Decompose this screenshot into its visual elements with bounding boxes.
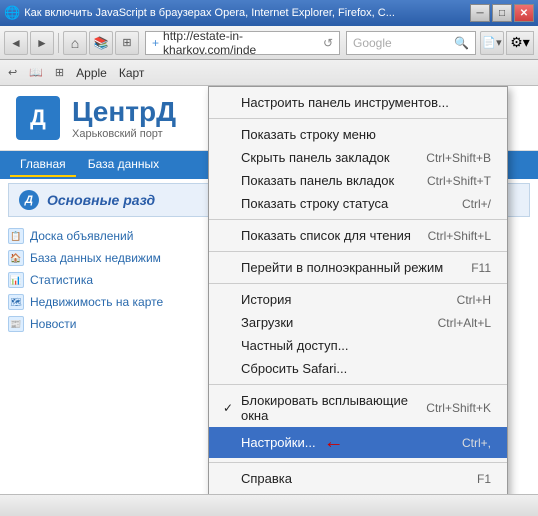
site-title: ЦентрД <box>72 96 176 128</box>
menu-item-5[interactable]: Показать строку статуса Ctrl+/ <box>209 192 507 215</box>
menu-shortcut-11: Ctrl+H <box>457 293 491 307</box>
bookmark-grid-icon: ⊞ <box>55 66 64 79</box>
menu-label-19: Справка <box>241 471 292 486</box>
menu-label-14: Сбросить Safari... <box>241 361 347 376</box>
address-bar[interactable]: + http://estate-in-kharkov.com/inde ↺ <box>145 31 340 55</box>
menu-label-17: Настройки... <box>241 435 316 450</box>
page-options-button[interactable]: 📄▾ <box>480 31 504 55</box>
site-subtitle: Харьковский порт <box>72 128 176 140</box>
site-logo: Д <box>16 96 60 140</box>
menu-separator-10 <box>209 283 507 284</box>
menu-arrow-17: ← <box>324 431 344 454</box>
menu-item-2[interactable]: Показать строку меню <box>209 123 507 146</box>
menu-item-11[interactable]: История Ctrl+H <box>209 288 507 311</box>
menu-shortcut-7: Ctrl+Shift+L <box>428 229 491 243</box>
menu-label-13: Частный доступ... <box>241 338 349 353</box>
url-icon: + <box>152 36 159 50</box>
minimize-button[interactable]: ─ <box>470 4 490 22</box>
browser-content: Д ЦентрД Харьковский порт Главная База д… <box>0 86 538 494</box>
menu-label-12: Загрузки <box>241 315 293 330</box>
menu-label-2: Показать строку меню <box>241 127 376 142</box>
bookmark-apple[interactable]: Apple <box>76 66 107 80</box>
maximize-button[interactable]: □ <box>492 4 512 22</box>
menu-shortcut-3: Ctrl+Shift+B <box>426 151 491 165</box>
map-icon: 🗺 <box>8 294 24 310</box>
browser-toolbar: ◄ ► ⌂ 📚 ⊞ + http://estate-in-kharkov.com… <box>0 26 538 60</box>
menu-item-12[interactable]: Загрузки Ctrl+Alt+L <box>209 311 507 334</box>
menu-shortcut-19: F1 <box>477 472 491 486</box>
menu-item-16[interactable]: ✓ Блокировать всплывающие окнаCtrl+Shift+… <box>209 389 507 427</box>
bookmark-back-icon: ↩ <box>8 66 17 79</box>
bookmark-reader-icon: 📖 <box>29 66 43 79</box>
window-controls: ─ □ ✕ <box>470 4 534 22</box>
menu-shortcut-4: Ctrl+Shift+T <box>427 174 491 188</box>
browser-icon: 🌐 <box>4 5 20 21</box>
menu-item-17[interactable]: Настройки... ← Ctrl+, <box>209 427 507 458</box>
menu-separator-1 <box>209 118 507 119</box>
url-text: http://estate-in-kharkov.com/inde <box>163 29 319 57</box>
title-bar: 🌐 Как включить JavaScript в браузерах Op… <box>0 0 538 26</box>
menu-item-14[interactable]: Сбросить Safari... <box>209 357 507 380</box>
menu-label-4: Показать панель вкладок <box>241 173 394 188</box>
menu-item-9[interactable]: Перейти в полноэкранный режим F11 <box>209 256 507 279</box>
status-bar <box>0 494 538 516</box>
menu-item-19[interactable]: Справка F1 <box>209 467 507 490</box>
menu-checkmark-16: ✓ <box>223 401 233 415</box>
nav-home[interactable]: Главная <box>10 153 76 177</box>
menu-separator-15 <box>209 384 507 385</box>
gear-dropdown-menu[interactable]: Настроить панель инструментов... Показать… <box>208 86 508 494</box>
menu-shortcut-5: Ctrl+/ <box>462 197 491 211</box>
close-button[interactable]: ✕ <box>514 4 534 22</box>
gear-icon: ⚙▾ <box>510 34 530 51</box>
grid-button[interactable]: ⊞ <box>115 31 139 55</box>
nav-database[interactable]: База данных <box>78 153 169 177</box>
menu-item-13[interactable]: Частный доступ... <box>209 334 507 357</box>
menu-shortcut-17: Ctrl+, <box>462 436 491 450</box>
window-title: Как включить JavaScript в браузерах Oper… <box>24 7 395 19</box>
site-branding: ЦентрД Харьковский порт <box>72 96 176 140</box>
refresh-icon: ↺ <box>323 36 333 50</box>
database-icon: 🏠 <box>8 250 24 266</box>
forward-button[interactable]: ► <box>30 31 54 55</box>
menu-label-0: Настроить панель инструментов... <box>241 95 449 110</box>
gear-button[interactable]: ⚙▾ <box>506 31 534 55</box>
back-button[interactable]: ◄ <box>4 31 28 55</box>
menu-shortcut-9: F11 <box>471 261 491 275</box>
menu-shortcut-16: Ctrl+Shift+K <box>426 401 491 415</box>
menu-label-9: Перейти в полноэкранный режим <box>241 260 443 275</box>
menu-shortcut-12: Ctrl+Alt+L <box>438 316 491 330</box>
section-icon: Д <box>19 190 39 210</box>
menu-item-7[interactable]: Показать список для чтения Ctrl+Shift+L <box>209 224 507 247</box>
bookmarks-bar: ↩ 📖 ⊞ Apple Карт <box>0 60 538 86</box>
search-icon: 🔍 <box>454 36 469 50</box>
search-placeholder: Google <box>353 36 392 50</box>
stats-icon: 📊 <box>8 272 24 288</box>
menu-item-3[interactable]: Скрыть панель закладок Ctrl+Shift+B <box>209 146 507 169</box>
news-icon: 📰 <box>8 316 24 332</box>
menu-label-5: Показать строку статуса <box>241 196 388 211</box>
home-button[interactable]: ⌂ <box>63 31 87 55</box>
bulletin-icon: 📋 <box>8 228 24 244</box>
search-bar[interactable]: Google 🔍 <box>346 31 476 55</box>
menu-separator-18 <box>209 462 507 463</box>
bookmarks-button[interactable]: 📚 <box>89 31 113 55</box>
menu-item-20[interactable]: Сообщить в Apple об ошибках... <box>209 490 507 494</box>
menu-label-11: История <box>241 292 291 307</box>
section-title: Основные разд <box>47 192 155 208</box>
menu-separator-8 <box>209 251 507 252</box>
menu-item-4[interactable]: Показать панель вкладок Ctrl+Shift+T <box>209 169 507 192</box>
logo-text: Д <box>30 105 46 131</box>
bookmark-map[interactable]: Карт <box>119 66 145 80</box>
menu-item-0[interactable]: Настроить панель инструментов... <box>209 91 507 114</box>
menu-separator-6 <box>209 219 507 220</box>
menu-label-3: Скрыть панель закладок <box>241 150 390 165</box>
menu-label-16: Блокировать всплывающие окна <box>241 393 426 423</box>
menu-label-7: Показать список для чтения <box>241 228 411 243</box>
